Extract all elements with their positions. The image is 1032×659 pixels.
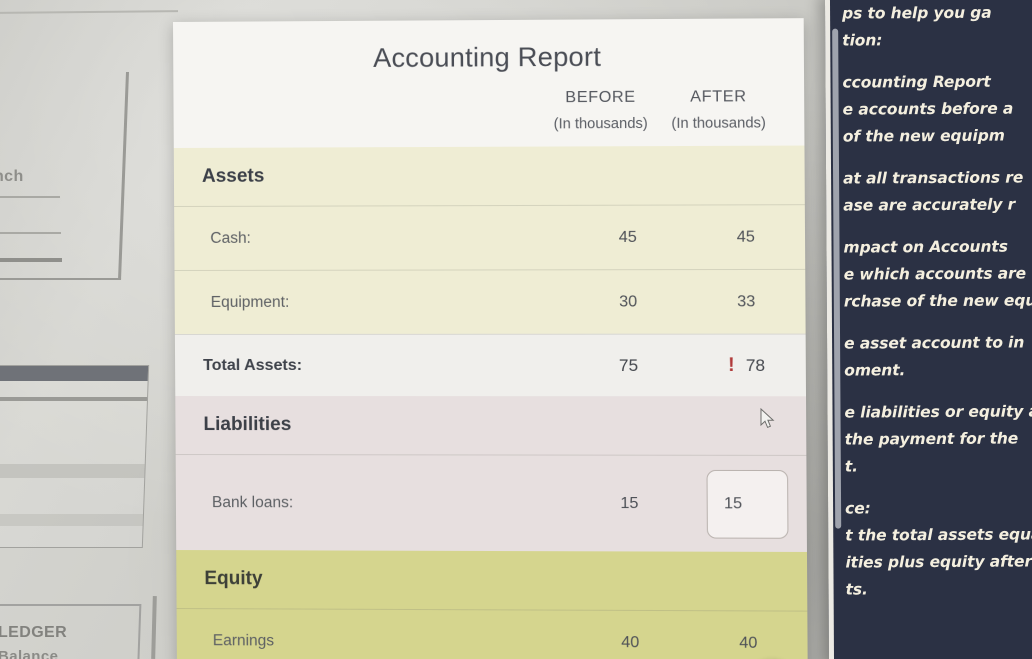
sidebar-line: e asset account to in (844, 333, 1025, 353)
section-assets: Assets Cash: 45 45 Equipment: 30 33 (173, 145, 806, 335)
background-rule-3 (0, 258, 62, 262)
subheader-spacer (200, 128, 542, 129)
total-assets-after-cell: ! 78 (687, 354, 805, 377)
background-table-panel (0, 365, 150, 548)
sidebar-line: ase are accurately r (843, 195, 1016, 215)
table-row: Equipment: 30 33 (174, 268, 806, 335)
row-label-earnings: Earnings (212, 631, 275, 649)
column-unit-after: (In thousands) (671, 115, 766, 132)
equipment-after-value: 33 (737, 292, 756, 310)
earnings-after-value: 40 (739, 634, 758, 652)
sidebar-scrollbar[interactable] (832, 28, 842, 529)
sidebar-line: t the total assets equal (845, 525, 1032, 545)
column-unit-before: (In thousands) (553, 115, 648, 133)
sidebar-line: at all transactions re (843, 168, 1024, 188)
section-title-equity: Equity (204, 568, 263, 590)
row-label-total-assets: Total Assets: (203, 356, 303, 374)
sidebar-line: oment. (844, 361, 906, 380)
background-table-rule (0, 397, 148, 401)
total-assets-before-value: 75 (618, 355, 639, 375)
sidebar-text-block: ps to help you ga tion: ccounting Report e … (842, 0, 1032, 604)
row-label-cash: Cash: (210, 229, 251, 247)
equipment-before-value: 30 (619, 292, 638, 311)
sidebar-line: t. (844, 457, 858, 476)
sidebar-line: mpact on Accounts (843, 237, 1008, 257)
sidebar-line: ccounting Report (842, 72, 991, 92)
section-equity: Equity Earnings 40 40 (176, 550, 808, 659)
background-table-row (0, 464, 145, 478)
report-header: Accounting Report BEFORE AFTER (In thous… (173, 18, 805, 148)
row-label-equipment: Equipment: (210, 293, 290, 311)
section-title-assets: Assets (201, 165, 265, 187)
bank-loans-before-value: 15 (620, 494, 639, 512)
background-rule-2 (0, 232, 61, 234)
bank-loans-after-cell (688, 469, 807, 539)
sidebar-line: ps to help you ga (842, 3, 992, 23)
column-header-before: BEFORE (565, 88, 636, 107)
background-branch-label: nch (0, 168, 24, 185)
total-assets-row: Total Assets: 75 ! 78 (174, 333, 807, 397)
mouse-pointer-icon (760, 408, 775, 429)
sidebar-line: the payment for the (844, 429, 1019, 449)
instructions-sidebar: ps to help you ga tion: ccounting Report e … (824, 0, 1032, 659)
sidebar-line: rchase of the new equ (843, 291, 1032, 311)
column-header-after: AFTER (690, 88, 747, 106)
sidebar-line: tion: (842, 31, 883, 50)
header-spacer (200, 102, 542, 104)
sidebar-line: ities plus equity after th (845, 552, 1032, 572)
background-balance-label: Balance (0, 648, 59, 659)
cash-after-value: 45 (736, 228, 755, 246)
cash-before-value: 45 (618, 228, 637, 246)
column-headers: BEFORE AFTER (199, 88, 777, 109)
background-table-row (0, 514, 143, 526)
section-liabilities: Liabilities Bank loans: 15 (175, 396, 807, 552)
background-ledger-label: LEDGER (0, 624, 68, 641)
table-row: Bank loans: 15 (175, 454, 807, 552)
sidebar-line: ce: (845, 499, 871, 518)
sidebar-line: e liabilities or equity ac (844, 402, 1032, 422)
exclamation-icon: ! (728, 354, 735, 377)
bank-loans-after-input[interactable] (706, 469, 789, 539)
background-table-header (0, 366, 149, 381)
sidebar-line: of the new equipm (842, 126, 1005, 146)
accounting-report-card: Accounting Report BEFORE AFTER (In thous… (173, 18, 808, 659)
page-title: Accounting Report (373, 41, 602, 73)
background-rule-1 (0, 196, 60, 198)
row-label-bank-loans: Bank loans: (211, 493, 294, 511)
sidebar-line: e which accounts are (843, 264, 1027, 284)
earnings-before-value: 40 (621, 633, 640, 651)
sidebar-line: ts. (845, 580, 868, 599)
column-subheaders: (In thousands) (In thousands) (200, 115, 778, 134)
sidebar-line: e accounts before a (842, 99, 1014, 119)
table-row: Earnings 40 40 (176, 608, 808, 659)
total-assets-after-value: 78 (745, 355, 766, 375)
table-row: Cash: 45 45 (174, 204, 806, 271)
section-title-liabilities: Liabilities (203, 414, 292, 436)
